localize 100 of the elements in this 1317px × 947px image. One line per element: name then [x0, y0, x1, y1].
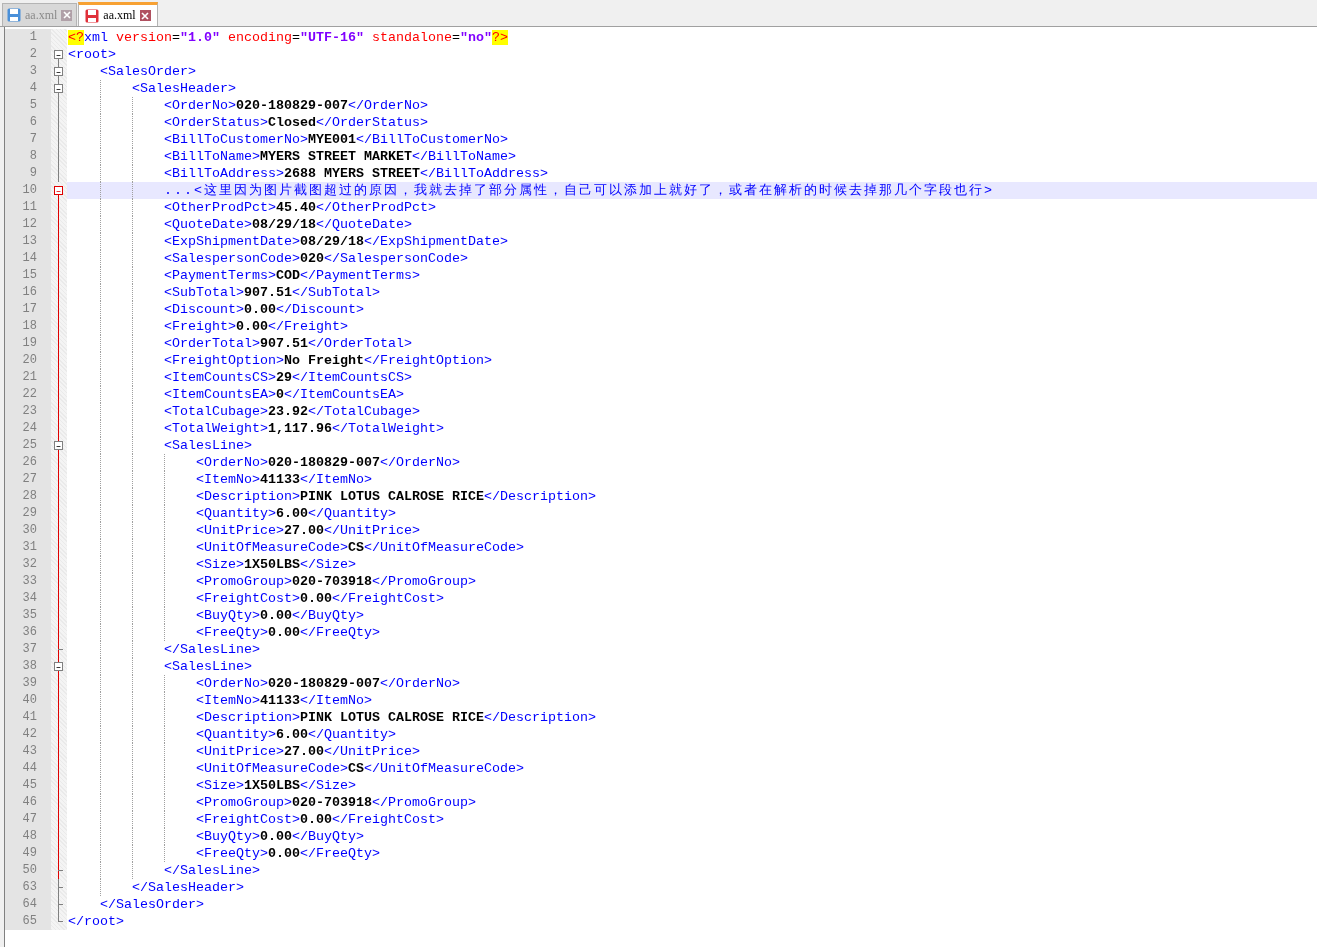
line-number: 34 [5, 590, 51, 607]
code-line: <OrderNo>020-180829-007</OrderNo> [196, 675, 460, 692]
collapse-icon[interactable] [54, 441, 63, 450]
line-number: 1 [5, 29, 51, 46]
code-line: <OrderNo>020-180829-007</OrderNo> [164, 97, 428, 114]
code-line: </SalesHeader> [132, 879, 244, 896]
line-number: 4 [5, 80, 51, 97]
code-line: ...<这里因为图片截图超过的原因，我就去掉了部分属性，自己可以添加上就好了，或者在解析的时候去掉那几个字段也行> [164, 182, 994, 199]
line-number: 47 [5, 811, 51, 828]
line-number: 23 [5, 403, 51, 420]
line-number: 19 [5, 335, 51, 352]
line-number: 26 [5, 454, 51, 471]
line-number: 43 [5, 743, 51, 760]
code-line: <UnitPrice>27.00</UnitPrice> [196, 522, 420, 539]
code-line: <BillToCustomerNo>MYE001</BillToCustomerNo> [164, 131, 508, 148]
line-number: 14 [5, 250, 51, 267]
line-number: 50 [5, 862, 51, 879]
line-number: 15 [5, 267, 51, 284]
collapse-icon[interactable] [54, 662, 63, 671]
code-line: <FreightOption>No Freight</FreightOption> [164, 352, 492, 369]
code-line: <BillToName>MYERS STREET MARKET</BillToName> [164, 148, 516, 165]
line-number: 48 [5, 828, 51, 845]
code-line: <ItemNo>41133</ItemNo> [196, 692, 372, 709]
code-line: <PaymentTerms>COD</PaymentTerms> [164, 267, 420, 284]
line-number: 17 [5, 301, 51, 318]
code-line: <Discount>0.00</Discount> [164, 301, 364, 318]
collapse-icon[interactable] [54, 50, 63, 59]
code-line: <ItemNo>41133</ItemNo> [196, 471, 372, 488]
code-line: <FreightCost>0.00</FreightCost> [196, 590, 444, 607]
line-number: 36 [5, 624, 51, 641]
line-number: 37 [5, 641, 51, 658]
code-line: <Size>1X50LBS</Size> [196, 777, 356, 794]
line-number: 35 [5, 607, 51, 624]
code-line: <ItemCountsEA>0</ItemCountsEA> [164, 386, 404, 403]
code-line: <SubTotal>907.51</SubTotal> [164, 284, 380, 301]
code-line: <Size>1X50LBS</Size> [196, 556, 356, 573]
line-number: 32 [5, 556, 51, 573]
line-number: 20 [5, 352, 51, 369]
code-line: <TotalWeight>1,117.96</TotalWeight> [164, 420, 444, 437]
line-number: 22 [5, 386, 51, 403]
code-line: <?xml version="1.0" encoding="UTF-16" standalone="no"?> [68, 29, 508, 46]
line-number: 11 [5, 199, 51, 216]
code-line: <Quantity>6.00</Quantity> [196, 726, 396, 743]
code-line: <PromoGroup>020-703918</PromoGroup> [196, 573, 476, 590]
line-number: 40 [5, 692, 51, 709]
code-line: <FreightCost>0.00</FreightCost> [196, 811, 444, 828]
line-number: 5 [5, 97, 51, 114]
tab-label: aa.xml [25, 7, 58, 23]
code-line: <SalespersonCode>020</SalespersonCode> [164, 250, 468, 267]
code-line: <SalesLine> [164, 658, 252, 675]
line-number: 41 [5, 709, 51, 726]
code-line: <BuyQty>0.00</BuyQty> [196, 607, 364, 624]
line-number: 3 [5, 63, 51, 80]
line-number: 2 [5, 46, 51, 63]
code-line: <PromoGroup>020-703918</PromoGroup> [196, 794, 476, 811]
code-line: <OrderStatus>Closed</OrderStatus> [164, 114, 428, 131]
line-number: 6 [5, 114, 51, 131]
code-line: <Description>PINK LOTUS CALROSE RICE</Description> [196, 488, 596, 505]
close-icon[interactable] [139, 10, 151, 21]
line-number: 18 [5, 318, 51, 335]
line-number: 30 [5, 522, 51, 539]
code-line: <FreeQty>0.00</FreeQty> [196, 624, 380, 641]
line-number: 7 [5, 131, 51, 148]
code-line: <Quantity>6.00</Quantity> [196, 505, 396, 522]
code-line: </SalesLine> [164, 862, 260, 879]
code-line: <Description>PINK LOTUS CALROSE RICE</Description> [196, 709, 596, 726]
code-line: <QuoteDate>08/29/18</QuoteDate> [164, 216, 412, 233]
code-line: <UnitOfMeasureCode>CS</UnitOfMeasureCode> [196, 760, 524, 777]
line-number: 27 [5, 471, 51, 488]
code-line: <OrderNo>020-180829-007</OrderNo> [196, 454, 460, 471]
collapse-icon[interactable] [54, 84, 63, 93]
line-number: 12 [5, 216, 51, 233]
line-number: 29 [5, 505, 51, 522]
line-number: 45 [5, 777, 51, 794]
code-line: <UnitPrice>27.00</UnitPrice> [196, 743, 420, 760]
line-number: 31 [5, 539, 51, 556]
line-number: 65 [5, 913, 51, 930]
file-tab[interactable]: aa.xml [78, 2, 158, 26]
code-line: <FreeQty>0.00</FreeQty> [196, 845, 380, 862]
code-line: </SalesOrder> [100, 896, 204, 913]
line-number: 64 [5, 896, 51, 913]
line-number: 42 [5, 726, 51, 743]
code-line: <SalesHeader> [132, 80, 236, 97]
line-number: 33 [5, 573, 51, 590]
code-line: <OtherProdPct>45.40</OtherProdPct> [164, 199, 436, 216]
code-line: <SalesLine> [164, 437, 252, 454]
code-line: </SalesLine> [164, 641, 260, 658]
fold-marker-icon[interactable] [54, 186, 63, 195]
line-number: 39 [5, 675, 51, 692]
line-number: 63 [5, 879, 51, 896]
line-number: 16 [5, 284, 51, 301]
code-line: <Freight>0.00</Freight> [164, 318, 348, 335]
line-number: 44 [5, 760, 51, 777]
line-number: 24 [5, 420, 51, 437]
code-line: </root> [68, 913, 124, 930]
code-line: <TotalCubage>23.92</TotalCubage> [164, 403, 420, 420]
collapse-icon[interactable] [54, 67, 63, 76]
line-number: 38 [5, 658, 51, 675]
code-line: <ExpShipmentDate>08/29/18</ExpShipmentDate> [164, 233, 508, 250]
line-number: 28 [5, 488, 51, 505]
